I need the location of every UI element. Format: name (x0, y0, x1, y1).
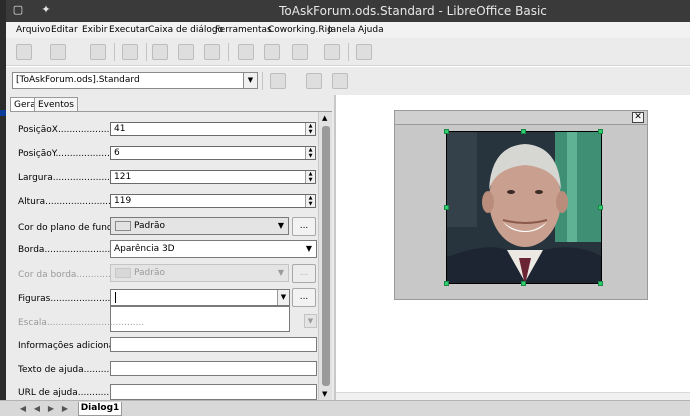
canvas-horizontal-scrollbar[interactable] (336, 392, 690, 400)
paste-icon[interactable] (204, 44, 220, 60)
tab-divider (10, 111, 332, 112)
spin-arrows-icon[interactable]: ▲ ▼ (305, 147, 315, 159)
resize-handle[interactable] (444, 205, 449, 210)
library-selector-value: [ToAskForum.ods].Standard (16, 75, 140, 85)
dropdown-arrow-icon[interactable]: ▼ (277, 290, 289, 305)
menu-ferramentas[interactable]: Ferramentas (215, 25, 272, 35)
dialog-title-bar[interactable]: ✕ (395, 111, 647, 125)
menu-editar[interactable]: Editar (51, 25, 78, 35)
posicao-x-value: 41 (114, 124, 126, 134)
scrollbar-thumb[interactable] (322, 126, 330, 386)
save-icon[interactable] (90, 44, 106, 60)
module-icon[interactable] (270, 73, 286, 89)
cor-borda-value: Padrão (134, 268, 165, 278)
color-swatch (115, 268, 131, 278)
step-icon[interactable] (306, 73, 322, 89)
posicao-y-value: 6 (114, 148, 120, 158)
menu-coworking-rio[interactable]: Coworking.Rio (268, 25, 333, 35)
cor-fundo-browse-button[interactable]: ... (292, 217, 316, 236)
url-ajuda-input[interactable] (110, 384, 317, 400)
manage-icon[interactable] (332, 73, 348, 89)
cor-borda-browse-button[interactable]: ... (292, 264, 316, 283)
window-title: ToAskForum.ods.Standard - LibreOffice Ba… (279, 4, 547, 18)
undo-icon[interactable] (238, 44, 254, 60)
menu-arquivo[interactable]: Arquivo (16, 25, 50, 35)
cut-icon[interactable] (152, 44, 168, 60)
altura-field[interactable]: 119 ▲ ▼ (110, 194, 316, 208)
borda-value: Aparência 3D (114, 244, 175, 254)
menu-caixa-de-dialogo[interactable]: Caixa de diálogo (148, 25, 223, 35)
print-icon[interactable] (122, 44, 138, 60)
dropdown-arrow-icon[interactable]: ▼ (304, 314, 317, 328)
dropdown-arrow-icon[interactable]: ▼ (278, 268, 284, 277)
figuras-combo[interactable]: ▼ (110, 289, 290, 306)
figuras-browse-button[interactable]: ... (292, 288, 316, 307)
properties-tabs: Geral Eventos (10, 97, 330, 112)
open-folder-icon[interactable] (50, 44, 66, 60)
menu-exibir[interactable]: Exibir (82, 25, 107, 35)
resize-handle[interactable] (598, 205, 603, 210)
dropdown-arrow-icon[interactable]: ▼ (306, 244, 312, 253)
spin-arrows-icon[interactable]: ▲ ▼ (305, 171, 315, 183)
toolbar-separator (262, 72, 263, 90)
find-icon[interactable] (292, 44, 308, 60)
cor-fundo-combo[interactable]: Padrão ▼ (110, 217, 289, 235)
resize-handle[interactable] (598, 129, 603, 134)
menu-janela[interactable]: Janela (328, 25, 355, 35)
largura-value: 121 (114, 172, 132, 182)
first-tab-icon[interactable]: ◀ (18, 404, 28, 414)
panel-splitter[interactable] (334, 95, 336, 400)
new-document-icon[interactable] (16, 44, 32, 60)
dropdown-arrow-icon[interactable]: ▼ (243, 73, 257, 88)
toolbar-separator (348, 43, 349, 61)
scroll-down-icon[interactable]: ▼ (322, 390, 327, 398)
cor-borda-combo[interactable]: Padrão ▼ (110, 264, 289, 282)
toolbar-separator (114, 43, 115, 61)
resize-handle[interactable] (444, 281, 449, 286)
dialog-icon[interactable] (324, 44, 340, 60)
run-icon[interactable] (356, 44, 372, 60)
texto-ajuda-input[interactable] (110, 361, 317, 376)
text-cursor (115, 292, 116, 303)
library-selector[interactable]: [ToAskForum.ods].Standard ▼ (12, 72, 258, 89)
properties-scrollbar[interactable]: ▲ ▼ (318, 112, 332, 400)
prev-tab-icon[interactable]: ◀ (32, 404, 42, 414)
borda-combo[interactable]: Aparência 3D ▼ (110, 240, 317, 258)
scroll-up-icon[interactable]: ▲ (322, 114, 327, 122)
tab-dialog1[interactable]: Dialog1 (78, 402, 122, 416)
tab-eventos[interactable]: Eventos (34, 97, 78, 112)
menu-executar[interactable]: Executar (109, 25, 149, 35)
title-bar: ▢ ✦ ToAskForum.ods.Standard - LibreOffic… (6, 0, 690, 22)
posicao-x-field[interactable]: 41 ▲ ▼ (110, 122, 316, 136)
color-swatch (115, 221, 131, 231)
largura-field[interactable]: 121 ▲ ▼ (110, 170, 316, 184)
close-icon[interactable]: ✕ (632, 112, 644, 123)
toolbar-separator (146, 43, 147, 61)
resize-handle[interactable] (521, 129, 526, 134)
posicao-y-field[interactable]: 6 ▲ ▼ (110, 146, 316, 160)
resize-handle[interactable] (521, 281, 526, 286)
next-tab-icon[interactable]: ▶ (46, 404, 56, 414)
copy-icon[interactable] (178, 44, 194, 60)
portrait-photo (447, 132, 601, 283)
info-adicionais-input[interactable] (110, 337, 317, 352)
altura-value: 119 (114, 196, 132, 206)
standard-toolbar (6, 38, 690, 66)
spin-arrows-icon[interactable]: ▲ ▼ (305, 195, 315, 207)
redo-icon[interactable] (264, 44, 280, 60)
spin-arrows-icon[interactable]: ▲ ▼ (305, 123, 315, 135)
label-escala: Escala.................................. (18, 318, 145, 328)
last-tab-icon[interactable]: ▶ (60, 404, 70, 414)
dropdown-arrow-icon[interactable]: ▼ (278, 221, 284, 230)
cor-fundo-value: Padrão (134, 221, 165, 231)
image-control-photo[interactable] (446, 131, 602, 284)
menu-ajuda[interactable]: Ajuda (358, 25, 384, 35)
resize-handle[interactable] (598, 281, 603, 286)
menu-bar: Arquivo Editar Exibir Executar Caixa de … (6, 22, 690, 38)
toolbar-separator (228, 43, 229, 61)
resize-handle[interactable] (444, 129, 449, 134)
